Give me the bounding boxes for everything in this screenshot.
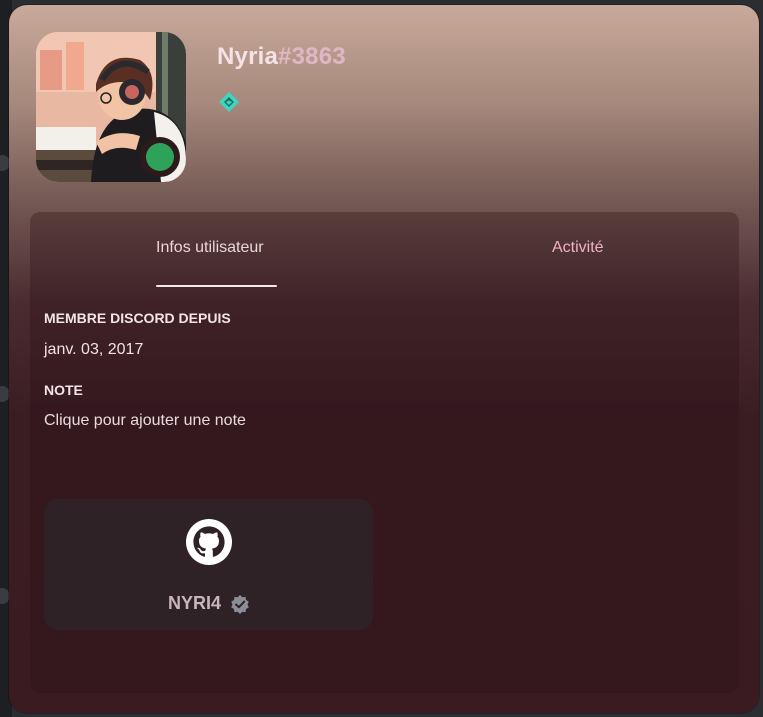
- username-text: Nyria: [217, 43, 279, 70]
- note-input[interactable]: Clique pour ajouter une note: [44, 412, 246, 430]
- tab-user-info[interactable]: Infos utilisateur: [156, 239, 264, 257]
- github-icon: [186, 519, 232, 565]
- connection-username: NYRI4: [168, 593, 222, 613]
- hypesquad-balance-icon[interactable]: [218, 91, 240, 113]
- user-profile-modal: Nyria#3863 Infos utilisateur Activité ME…: [9, 5, 759, 713]
- member-since-date: janv. 03, 2017: [44, 341, 144, 358]
- active-tab-indicator: [156, 285, 277, 287]
- verified-icon: [231, 595, 249, 614]
- member-since-heading: MEMBRE DISCORD DEPUIS: [44, 310, 231, 326]
- note-heading: NOTE: [44, 382, 83, 398]
- tab-activity[interactable]: Activité: [552, 239, 604, 257]
- username[interactable]: Nyria#3863: [217, 43, 346, 71]
- online-status-indicator: [146, 143, 174, 171]
- discriminator: #3863: [278, 43, 346, 70]
